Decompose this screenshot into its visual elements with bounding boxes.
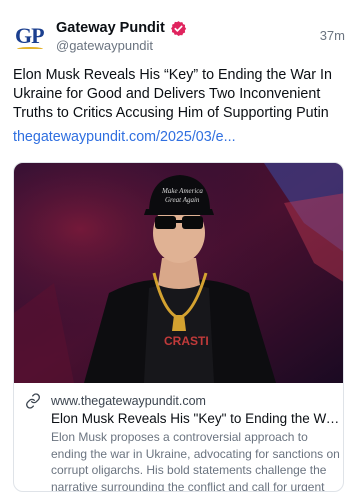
avatar-logo-text: GP	[15, 23, 45, 48]
verified-badge-icon	[170, 20, 187, 37]
post-text: Elon Musk Reveals His “Key” to Ending th…	[13, 67, 332, 121]
card-description: Elon Musk proposes a controversial appro…	[51, 430, 340, 492]
avatar[interactable]: GP	[13, 20, 47, 54]
link-preview-card[interactable]: CRASTI Make America Great Again www.theg…	[13, 162, 344, 492]
avatar-swoosh	[17, 47, 43, 51]
card-image[interactable]: CRASTI Make America Great Again	[14, 163, 343, 383]
author-display-name[interactable]: Gateway Pundit	[56, 20, 165, 36]
card-title[interactable]: Elon Musk Reveals His "Key" to Ending th…	[51, 411, 343, 426]
post-timestamp[interactable]: 37m	[320, 28, 345, 43]
post-link[interactable]: thegatewaypundit.com/2025/03/e...	[13, 129, 236, 145]
author-handle[interactable]: @gatewaypundit	[56, 38, 153, 53]
svg-text:CRASTI: CRASTI	[164, 334, 209, 348]
post[interactable]: GP Gateway Pundit @gatewaypundit 37m Elo…	[0, 0, 357, 500]
link-icon	[25, 393, 41, 409]
author-name-row: Gateway Pundit	[56, 18, 187, 38]
card-domain: www.thegatewaypundit.com	[51, 394, 206, 408]
card-meta[interactable]: www.thegatewaypundit.com Elon Musk Revea…	[14, 383, 343, 492]
svg-text:Great Again: Great Again	[165, 196, 200, 204]
svg-text:Make America: Make America	[161, 187, 203, 195]
card-domain-row: www.thegatewaypundit.com	[24, 393, 335, 409]
